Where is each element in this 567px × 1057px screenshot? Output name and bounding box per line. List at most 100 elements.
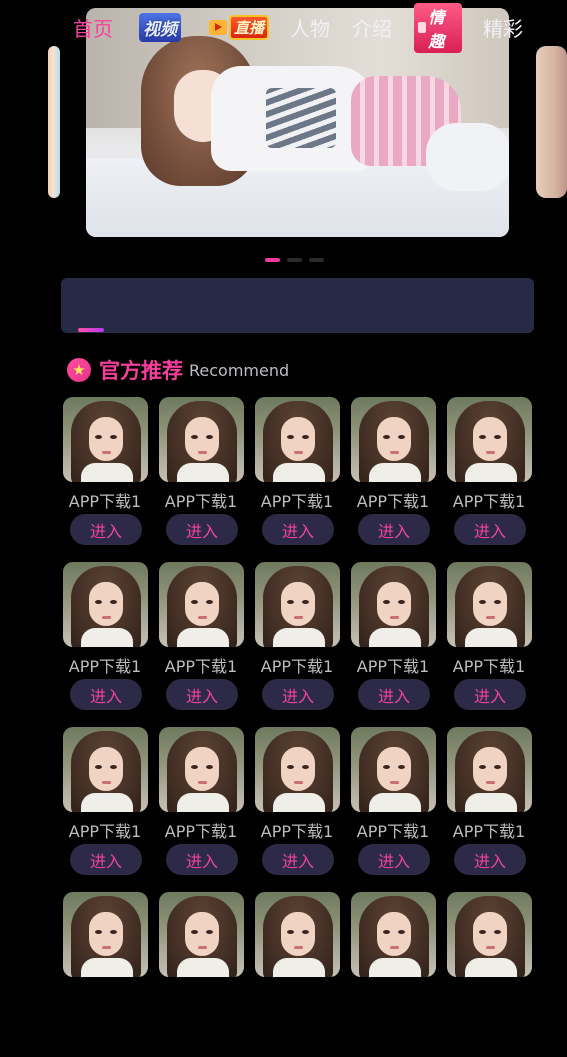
app-icon[interactable] (63, 397, 148, 482)
app-card: APP下载1 进入 (63, 727, 159, 892)
app-icon-eye (287, 765, 294, 769)
app-icon-lip (486, 781, 495, 784)
app-icon-lip (102, 781, 111, 784)
enter-button[interactable]: 进入 (358, 679, 430, 710)
app-icon[interactable] (447, 397, 532, 482)
nav-tab-label: 直播 (228, 15, 269, 40)
enter-button[interactable]: 进入 (166, 514, 238, 545)
app-name: APP下载1 (260, 657, 334, 676)
app-icon[interactable] (159, 397, 244, 482)
app-name: APP下载1 (356, 822, 430, 841)
app-icon-eye (95, 930, 102, 934)
app-icon-eye (302, 765, 309, 769)
app-icon-shirt (81, 958, 133, 977)
banner-image-print (266, 88, 336, 148)
app-icon[interactable] (255, 397, 340, 482)
app-icon-face (377, 417, 411, 461)
app-icon[interactable] (159, 727, 244, 812)
nav-tab-highlights[interactable]: 精彩 (481, 0, 525, 55)
app-icon-face (377, 582, 411, 626)
app-icon[interactable] (351, 562, 436, 647)
app-icon[interactable] (255, 892, 340, 977)
enter-button[interactable]: 进入 (70, 514, 142, 545)
enter-button[interactable]: 进入 (166, 844, 238, 875)
app-icon-lip (294, 946, 303, 949)
enter-button[interactable]: 进入 (70, 679, 142, 710)
app-icon-shirt (369, 628, 421, 647)
enter-button[interactable]: 进入 (262, 844, 334, 875)
enter-button[interactable]: 进入 (262, 679, 334, 710)
app-name: APP下载1 (164, 657, 238, 676)
app-card: APP下载1 进入 (159, 562, 255, 727)
app-icon[interactable] (63, 727, 148, 812)
app-icon-shirt (81, 463, 133, 482)
app-icon[interactable] (63, 892, 148, 977)
app-icon[interactable] (255, 562, 340, 647)
banner-slide-prev[interactable] (48, 46, 60, 198)
app-icon-shirt (273, 958, 325, 977)
app-icon-shirt (369, 958, 421, 977)
app-icon-lip (390, 781, 399, 784)
app-icon-face (89, 747, 123, 791)
app-icon[interactable] (159, 562, 244, 647)
app-icon[interactable] (351, 727, 436, 812)
pagination-dot-active[interactable] (265, 258, 280, 262)
app-icon-eye (287, 600, 294, 604)
app-icon[interactable] (351, 397, 436, 482)
app-icon-shirt (465, 958, 517, 977)
app-icon[interactable] (447, 892, 532, 977)
app-card: APP下载1 进入 (255, 562, 351, 727)
app-icon-eye (206, 765, 213, 769)
banner-slide-next[interactable] (536, 46, 567, 198)
app-icon-eye (479, 600, 486, 604)
section-title: 官方推荐 (99, 359, 183, 383)
app-icon[interactable] (447, 727, 532, 812)
app-card: APP下载1 进入 (447, 562, 543, 727)
banner-image-leg (426, 123, 509, 191)
nav-tab-video[interactable]: 视频 (134, 0, 186, 55)
app-icon-lip (198, 451, 207, 454)
enter-button[interactable]: 进入 (70, 844, 142, 875)
nav-tab-label: 情趣 (428, 7, 445, 51)
app-icon-face (281, 747, 315, 791)
app-icon-eye (398, 435, 405, 439)
nav-tab-live[interactable]: 直播 (207, 0, 271, 55)
app-icon[interactable] (63, 562, 148, 647)
pagination-dot[interactable] (309, 258, 324, 262)
app-icon[interactable] (159, 892, 244, 977)
app-icon-eye (479, 765, 486, 769)
app-icon-eye (479, 930, 486, 934)
nav-tab-label: 视频 (139, 13, 181, 42)
nav-tab-fun[interactable]: 情趣 (414, 0, 462, 55)
app-icon-eye (383, 765, 390, 769)
app-icon-face (473, 912, 507, 956)
nav-tab-people[interactable]: 人物 (288, 0, 332, 55)
enter-button[interactable]: 进入 (454, 679, 526, 710)
enter-button[interactable]: 进入 (454, 514, 526, 545)
app-icon-face (281, 417, 315, 461)
nav-tab-home[interactable]: 首页 (72, 0, 114, 55)
app-icon-face (281, 582, 315, 626)
app-icon-shirt (177, 793, 229, 812)
app-icon-eye (191, 930, 198, 934)
app-icon-shirt (465, 463, 517, 482)
app-icon-eye (110, 765, 117, 769)
app-icon[interactable] (255, 727, 340, 812)
enter-button[interactable]: 进入 (358, 514, 430, 545)
section-subtitle: Recommend (189, 360, 290, 380)
enter-button[interactable]: 进入 (454, 844, 526, 875)
app-icon[interactable] (447, 562, 532, 647)
app-icon-eye (95, 600, 102, 604)
pagination-dot[interactable] (287, 258, 302, 262)
enter-button[interactable]: 进入 (358, 844, 430, 875)
nav-active-indicator (78, 328, 104, 332)
app-card: APP下载1 进入 (447, 727, 543, 892)
app-icon-shirt (81, 793, 133, 812)
enter-button[interactable]: 进入 (262, 514, 334, 545)
enter-button[interactable]: 进入 (166, 679, 238, 710)
app-icon-eye (191, 600, 198, 604)
app-icon[interactable] (351, 892, 436, 977)
app-card (159, 892, 255, 1057)
app-icon-eye (287, 930, 294, 934)
nav-tab-intro[interactable]: 介绍 (350, 0, 394, 55)
